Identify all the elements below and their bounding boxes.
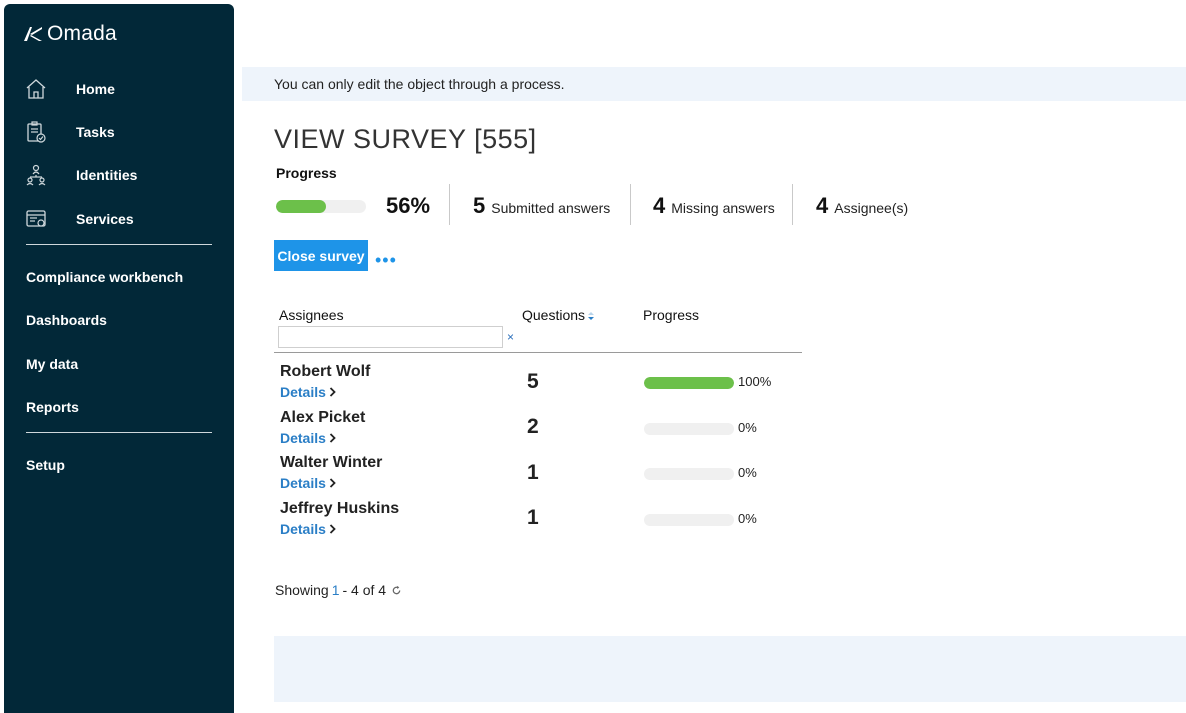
- column-header-label: Questions: [522, 307, 586, 323]
- table-header-divider: [274, 352, 802, 353]
- sidebar-divider: [26, 244, 212, 245]
- sidebar-item-home[interactable]: Home: [4, 69, 234, 109]
- sidebar-item-services[interactable]: Services: [4, 199, 234, 239]
- question-count: 5: [527, 370, 539, 393]
- assignee-name: Alex Picket: [280, 409, 366, 426]
- column-header-assignees: Assignees: [279, 307, 344, 323]
- details-label: Details: [280, 521, 326, 537]
- close-survey-button[interactable]: Close survey: [274, 240, 368, 271]
- question-count: 1: [527, 461, 539, 484]
- sidebar-item-compliance-workbench[interactable]: Compliance workbench: [4, 257, 234, 297]
- stat-divider: [630, 184, 631, 225]
- stat-submitted-answers: 5 Submitted answers: [473, 193, 610, 219]
- row-progress-bar: [644, 468, 734, 480]
- row-progress-percent: 0%: [738, 420, 757, 435]
- stat-value: 4: [816, 193, 829, 218]
- assignee-name: Walter Winter: [280, 454, 383, 471]
- sidebar: Omada Home Tasks Identities Services Com…: [4, 4, 234, 713]
- assignee-filter-input[interactable]: [278, 326, 503, 348]
- sidebar-divider: [26, 432, 212, 433]
- chevron-right-icon: [329, 478, 336, 488]
- home-icon: [26, 79, 46, 99]
- logo-text: Omada: [47, 22, 117, 45]
- row-progress-percent: 100%: [738, 374, 772, 389]
- stat-label: Assignee(s): [834, 200, 909, 216]
- banner-text: You can only edit the object through a p…: [274, 76, 565, 92]
- question-count: 2: [527, 415, 539, 438]
- sidebar-item-setup[interactable]: Setup: [4, 445, 234, 485]
- sidebar-item-identities[interactable]: Identities: [4, 155, 234, 195]
- chevron-right-icon: [329, 387, 336, 397]
- services-icon: [26, 210, 46, 227]
- tasks-icon: [27, 121, 46, 143]
- stat-value: 5: [473, 193, 486, 218]
- overall-progress-fill: [276, 200, 327, 213]
- sidebar-item-label: Reports: [26, 399, 79, 415]
- stat-missing-answers: 4 Missing answers: [653, 193, 775, 219]
- sidebar-item-dashboards[interactable]: Dashboards: [4, 300, 234, 340]
- pagination-start-link[interactable]: 1: [332, 582, 340, 598]
- assignee-name: Jeffrey Huskins: [280, 500, 400, 517]
- column-header-questions[interactable]: Questions: [522, 307, 595, 323]
- more-actions-icon[interactable]: •••: [375, 251, 397, 269]
- stat-value: 4: [653, 193, 666, 218]
- stat-divider: [449, 184, 450, 225]
- stat-label: Missing answers: [671, 200, 775, 216]
- details-link[interactable]: Details: [280, 521, 336, 537]
- chevron-right-icon: [329, 433, 336, 443]
- info-banner: You can only edit the object through a p…: [242, 67, 1186, 101]
- footer-panel: [274, 636, 1186, 702]
- pagination-prefix: Showing: [275, 582, 329, 598]
- clear-filter-icon[interactable]: ×: [507, 330, 514, 344]
- sidebar-item-label: Compliance workbench: [26, 269, 184, 285]
- overall-progress-percent: 56%: [386, 193, 431, 218]
- details-label: Details: [280, 384, 326, 400]
- details-link[interactable]: Details: [280, 384, 336, 400]
- details-link[interactable]: Details: [280, 430, 336, 446]
- chevron-right-icon: [329, 524, 336, 534]
- row-progress-percent: 0%: [738, 511, 757, 526]
- row-progress-bar: [644, 377, 734, 389]
- row-progress-percent: 0%: [738, 465, 757, 480]
- pagination-suffix: - 4 of 4: [342, 582, 387, 598]
- sidebar-item-label: Home: [76, 81, 115, 97]
- pagination-summary: Showing 1 - 4 of 4: [275, 582, 402, 598]
- stat-divider: [792, 184, 793, 225]
- details-label: Details: [280, 475, 326, 491]
- details-label: Details: [280, 430, 326, 446]
- sidebar-item-label: Setup: [26, 457, 65, 473]
- sidebar-item-label: Services: [76, 211, 134, 227]
- page-title: VIEW SURVEY [555]: [274, 124, 537, 154]
- sidebar-item-label: Tasks: [76, 124, 115, 140]
- progress-label: Progress: [276, 165, 337, 181]
- sidebar-item-tasks[interactable]: Tasks: [4, 112, 234, 152]
- sort-icon[interactable]: [587, 311, 595, 321]
- sidebar-item-label: My data: [26, 356, 79, 372]
- omada-logo-icon: [24, 27, 42, 41]
- sidebar-item-label: Dashboards: [26, 312, 107, 328]
- omada-logo[interactable]: Omada: [22, 22, 117, 46]
- question-count: 1: [527, 506, 539, 529]
- identities-icon: [26, 164, 46, 186]
- sidebar-item-label: Identities: [76, 167, 138, 183]
- sidebar-item-reports[interactable]: Reports: [4, 387, 234, 427]
- stat-assignees: 4 Assignee(s): [816, 193, 908, 219]
- row-progress-bar: [644, 423, 734, 435]
- row-progress-bar: [644, 514, 734, 526]
- assignee-name: Robert Wolf: [280, 363, 371, 380]
- details-link[interactable]: Details: [280, 475, 336, 491]
- stat-label: Submitted answers: [491, 200, 611, 216]
- column-header-progress: Progress: [643, 307, 700, 323]
- sidebar-item-my-data[interactable]: My data: [4, 344, 234, 384]
- row-progress-fill: [644, 377, 734, 389]
- refresh-icon[interactable]: [391, 585, 402, 596]
- overall-progress-bar: [276, 200, 366, 213]
